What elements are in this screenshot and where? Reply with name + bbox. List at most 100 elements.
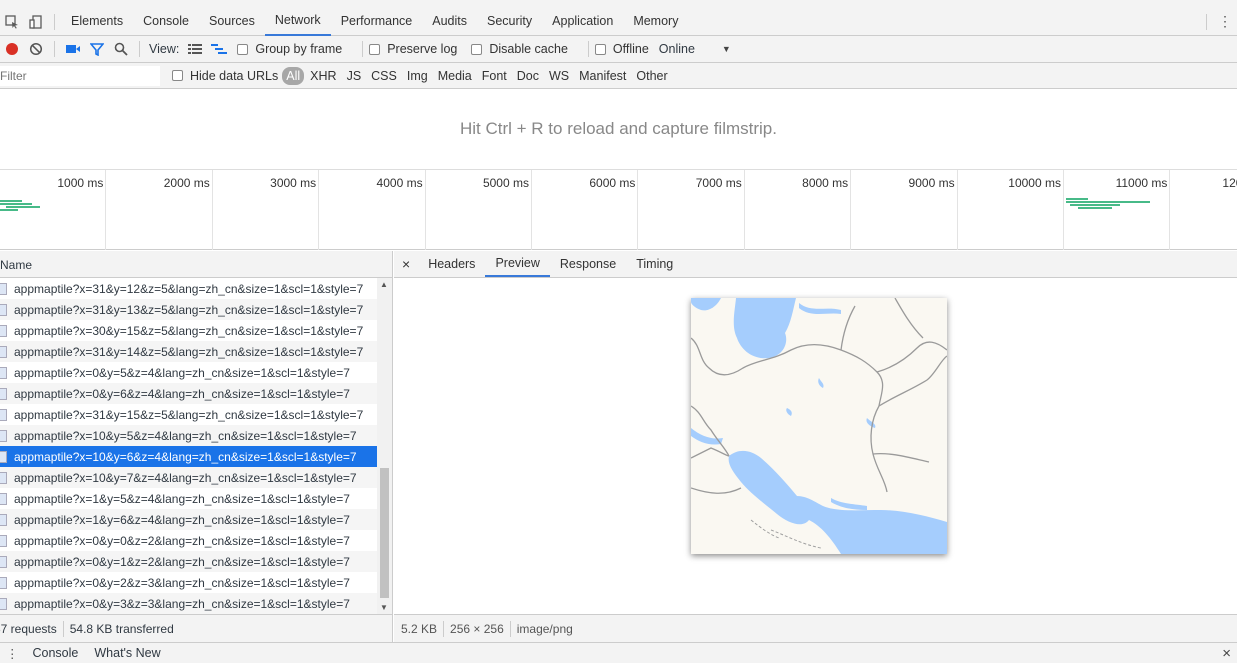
- request-row[interactable]: appmaptile?x=0&y=2&z=3&lang=zh_cn&size=1…: [0, 572, 392, 593]
- timeline-tick: 4000 ms: [319, 170, 426, 250]
- divider: [62, 620, 64, 637]
- name-column-header[interactable]: Name: [0, 251, 393, 278]
- scrollbar-thumb[interactable]: [380, 468, 389, 598]
- request-row[interactable]: appmaptile?x=1&y=5&z=4&lang=zh_cn&size=1…: [0, 488, 392, 509]
- scroll-up-icon[interactable]: ▲: [380, 280, 388, 289]
- filter-type-xhr[interactable]: XHR: [306, 67, 340, 85]
- record-icon[interactable]: [0, 39, 24, 59]
- filter-funnel-icon[interactable]: [85, 39, 109, 59]
- request-row[interactable]: appmaptile?x=10&y=5&z=4&lang=zh_cn&size=…: [0, 425, 392, 446]
- tab-audits[interactable]: Audits: [422, 8, 477, 36]
- request-row[interactable]: appmaptile?x=31&y=12&z=5&lang=zh_cn&size…: [0, 278, 392, 299]
- inspect-element-icon[interactable]: [0, 12, 24, 32]
- image-dimensions: 256 × 256: [450, 621, 504, 636]
- close-drawer-icon[interactable]: ×: [1222, 645, 1231, 662]
- throttle-value: Online: [658, 42, 695, 56]
- network-summary: 37 requests 54.8 KB transferred: [0, 614, 393, 642]
- tab-network[interactable]: Network: [264, 8, 331, 36]
- image-file-icon: [0, 429, 7, 442]
- filter-type-doc[interactable]: Doc: [513, 67, 543, 85]
- filter-type-font[interactable]: Font: [478, 67, 511, 85]
- transferred-size: 54.8 KB transferred: [69, 621, 174, 636]
- timeline-tick: 10000 ms: [958, 170, 1064, 250]
- group-by-frame-checkbox[interactable]: Group by frame: [237, 42, 342, 56]
- offline-label: Offline: [612, 42, 649, 56]
- preserve-log-checkbox[interactable]: Preserve log: [369, 42, 457, 56]
- details-tab-timing[interactable]: Timing: [626, 251, 683, 277]
- request-row[interactable]: appmaptile?x=10&y=6&z=4&lang=zh_cn&size=…: [0, 446, 392, 467]
- timeline-tick: 1000 ms: [0, 170, 107, 250]
- divider: [509, 620, 511, 637]
- request-name: appmaptile?x=0&y=5&z=4&lang=zh_cn&size=1…: [14, 365, 350, 380]
- timeline-tick: 8000 ms: [745, 170, 852, 250]
- tab-security[interactable]: Security: [477, 8, 542, 36]
- filter-type-other[interactable]: Other: [632, 67, 671, 85]
- large-rows-icon[interactable]: [183, 39, 207, 59]
- filter-type-img[interactable]: Img: [403, 67, 432, 85]
- request-row[interactable]: appmaptile?x=1&y=6&z=4&lang=zh_cn&size=1…: [0, 509, 392, 530]
- tab-sources[interactable]: Sources: [199, 8, 265, 36]
- map-tile-image: [691, 298, 947, 554]
- image-file-icon: [0, 408, 7, 421]
- filter-type-manifest[interactable]: Manifest: [575, 67, 630, 85]
- divider: [54, 13, 55, 30]
- filter-bar: Hide data URLs AllXHRJSCSSImgMediaFontDo…: [0, 63, 1237, 89]
- throttle-select[interactable]: Online ▼: [659, 42, 731, 56]
- filter-type-css[interactable]: CSS: [367, 67, 401, 85]
- request-name: appmaptile?x=10&y=6&z=4&lang=zh_cn&size=…: [14, 449, 357, 464]
- clear-icon[interactable]: [24, 39, 48, 59]
- details-tabbar: × Headers Preview Response Timing: [394, 251, 1237, 278]
- tab-application[interactable]: Application: [542, 8, 623, 36]
- timeline-overview[interactable]: 1000 ms 2000 ms 3000 ms 4000 ms 5000 ms 6000 …: [0, 170, 1237, 250]
- request-row[interactable]: appmaptile?x=30&y=15&z=5&lang=zh_cn&size…: [0, 320, 392, 341]
- drawer-tab-console[interactable]: Console: [33, 646, 79, 660]
- device-toolbar-icon[interactable]: [24, 12, 48, 32]
- request-name: appmaptile?x=0&y=6&z=4&lang=zh_cn&size=1…: [14, 386, 350, 401]
- divider: [362, 41, 364, 57]
- request-row[interactable]: appmaptile?x=10&y=7&z=4&lang=zh_cn&size=…: [0, 467, 392, 488]
- close-details-icon[interactable]: ×: [394, 251, 418, 277]
- drawer-tab-whats-new[interactable]: What's New: [94, 646, 160, 660]
- offline-checkbox[interactable]: Offline: [594, 42, 649, 56]
- details-tab-preview[interactable]: Preview: [485, 251, 550, 277]
- request-row[interactable]: appmaptile?x=0&y=6&z=4&lang=zh_cn&size=1…: [0, 383, 392, 404]
- request-row[interactable]: appmaptile?x=31&y=15&z=5&lang=zh_cn&size…: [0, 404, 392, 425]
- filter-type-media[interactable]: Media: [434, 67, 476, 85]
- search-icon[interactable]: [109, 39, 133, 59]
- details-tab-headers[interactable]: Headers: [418, 251, 485, 277]
- scroll-down-icon[interactable]: ▼: [380, 603, 388, 612]
- filter-type-all[interactable]: All: [282, 66, 305, 85]
- disable-cache-checkbox[interactable]: Disable cache: [471, 42, 568, 56]
- request-row[interactable]: appmaptile?x=31&y=14&z=5&lang=zh_cn&size…: [0, 341, 392, 362]
- waterfall-overview-icon[interactable]: [207, 39, 231, 59]
- drawer-menu-icon[interactable]: ⋮: [6, 646, 19, 661]
- request-row[interactable]: appmaptile?x=31&y=13&z=5&lang=zh_cn&size…: [0, 299, 392, 320]
- tab-console[interactable]: Console: [133, 8, 199, 36]
- request-list-scrollbar[interactable]: ▲ ▼: [377, 278, 392, 614]
- timeline-tick: 7000 ms: [638, 170, 745, 250]
- tab-memory[interactable]: Memory: [623, 8, 688, 36]
- request-row[interactable]: appmaptile?x=0&y=5&z=4&lang=zh_cn&size=1…: [0, 362, 392, 383]
- timeline-tick: 2000 ms: [106, 170, 213, 250]
- drawer-tabbar: ⋮ Console What's New ×: [0, 642, 1237, 663]
- filter-type-ws[interactable]: WS: [545, 67, 573, 85]
- timeline-tick: 9000 ms: [851, 170, 958, 250]
- preserve-log-label: Preserve log: [387, 42, 458, 56]
- screenshot-camera-icon[interactable]: [61, 39, 85, 59]
- request-row[interactable]: appmaptile?x=0&y=3&z=3&lang=zh_cn&size=1…: [0, 593, 392, 614]
- request-row[interactable]: appmaptile?x=0&y=0&z=2&lang=zh_cn&size=1…: [0, 530, 392, 551]
- tab-performance[interactable]: Performance: [331, 8, 423, 36]
- request-name: appmaptile?x=10&y=5&z=4&lang=zh_cn&size=…: [14, 428, 357, 443]
- image-file-icon: [0, 282, 7, 295]
- more-menu-icon[interactable]: ⋮: [1213, 12, 1237, 32]
- filter-type-js[interactable]: JS: [343, 67, 366, 85]
- hide-data-urls-checkbox[interactable]: Hide data URLs: [172, 69, 278, 83]
- filter-input[interactable]: [0, 65, 160, 86]
- tab-elements[interactable]: Elements: [61, 8, 133, 36]
- details-tab-response[interactable]: Response: [550, 251, 626, 277]
- request-row[interactable]: appmaptile?x=0&y=1&z=2&lang=zh_cn&size=1…: [0, 551, 392, 572]
- timeline-tick: 1200: [1222, 176, 1237, 190]
- request-count: 37 requests: [0, 621, 57, 636]
- divider: [54, 41, 55, 57]
- image-file-icon: [0, 324, 7, 337]
